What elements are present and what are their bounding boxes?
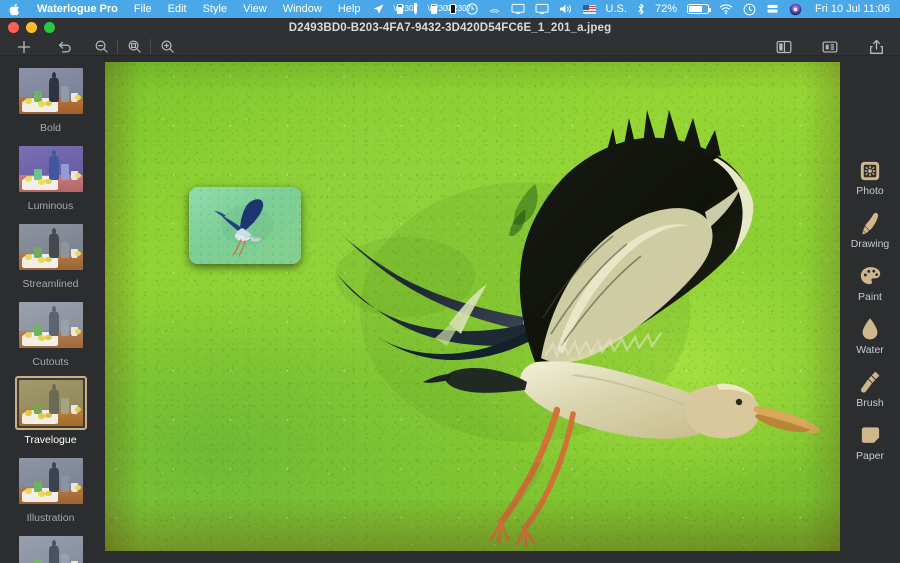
style-label: Bold (39, 122, 61, 134)
style-thumbnail-image (18, 536, 83, 563)
style-item-cutouts[interactable]: Cutouts (0, 298, 101, 376)
style-item-luminous[interactable]: Luminous (0, 142, 101, 220)
toolbar-divider-1 (117, 39, 118, 54)
menu-app-name[interactable]: Waterlogue Pro (29, 0, 126, 18)
tool-label: Drawing (850, 238, 890, 250)
tool-water[interactable]: Water (840, 311, 900, 356)
tool-label: Paper (855, 450, 885, 462)
drawing-icon (859, 205, 881, 235)
device-battery-icon-1[interactable]: \u2307 (389, 0, 418, 18)
keyboard-layout-label[interactable]: U.S. (601, 0, 632, 18)
zoom-out-button[interactable] (88, 38, 114, 55)
clock-icon[interactable] (738, 0, 761, 18)
style-item-natural[interactable]: Natural (0, 56, 101, 64)
paper-icon (859, 417, 882, 447)
app-window: Waterlogue Pro File Edit Style View Wind… (0, 0, 900, 563)
zoom-in-icon (160, 38, 175, 55)
tool-label: Paint (858, 291, 882, 303)
tool-drawing[interactable]: Drawing (840, 205, 900, 250)
style-thumbnail[interactable] (15, 298, 87, 352)
style-preview-popup[interactable] (189, 187, 301, 264)
style-thumbnail-image (18, 224, 83, 270)
style-item-illustration[interactable]: Illustration (0, 454, 101, 532)
bluetooth-icon[interactable] (632, 0, 650, 18)
style-label: Cutouts (32, 356, 69, 368)
canvas-edge-wash (105, 62, 840, 551)
image-canvas[interactable] (105, 62, 840, 551)
menu-item-file[interactable]: File (126, 0, 160, 18)
style-thumbnail[interactable] (14, 376, 87, 430)
tool-photo[interactable]: Photo (840, 152, 900, 197)
location-arrow-icon[interactable] (368, 0, 389, 18)
tool-paper[interactable]: Paper (840, 417, 900, 462)
brush-icon (859, 364, 881, 394)
style-thumbnail[interactable] (15, 64, 87, 118)
zoom-fit-icon (127, 38, 142, 55)
battery-icon[interactable] (682, 0, 714, 18)
zoom-out-icon (94, 38, 109, 55)
style-thumbnail[interactable] (15, 532, 87, 563)
export-share-icon (869, 38, 884, 55)
style-label: Illustration (26, 512, 75, 524)
battery-percent-label[interactable]: 72% (650, 0, 682, 18)
style-item-bold[interactable]: Bold (0, 64, 101, 142)
style-thumbnail[interactable] (15, 142, 87, 196)
style-thumbnail-image (18, 458, 83, 504)
zoom-in-button[interactable] (154, 38, 180, 55)
zoom-fit-button[interactable] (121, 38, 147, 55)
style-label: Luminous (27, 200, 74, 212)
style-thumbnail-image (18, 380, 83, 426)
styles-panel-icon (776, 38, 792, 55)
apple-logo-icon[interactable] (0, 3, 29, 16)
styles-sidebar[interactable]: Natural Bold Luminous Streamlined Cutouts Tra… (0, 56, 101, 563)
tool-label: Water (856, 344, 884, 356)
tool-brush[interactable]: Brush (840, 364, 900, 409)
toolbar-divider-2 (150, 39, 151, 54)
paint-icon (859, 258, 882, 288)
menu-bar: Waterlogue Pro File Edit Style View Wind… (0, 0, 900, 18)
style-list: Natural Bold Luminous Streamlined Cutouts Tra… (0, 56, 101, 563)
menu-item-help[interactable]: Help (330, 0, 369, 18)
sync-icon[interactable] (761, 0, 784, 18)
style-label: Streamlined (22, 278, 79, 290)
style-thumbnail-image (18, 146, 83, 192)
style-item-soaked[interactable]: Soaked (0, 532, 101, 563)
tool-label: Photo (856, 185, 884, 197)
siri-icon[interactable] (784, 0, 807, 18)
menu-item-style[interactable]: Style (195, 0, 235, 18)
toolbar-zoom-group (88, 38, 180, 55)
menu-item-window[interactable]: Window (275, 0, 330, 18)
menubar-clock[interactable]: Fri 10 Jul 11:06 (807, 3, 896, 15)
style-thumbnail[interactable] (15, 220, 87, 274)
style-item-travelogue[interactable]: Travelogue (0, 376, 101, 454)
water-icon (861, 311, 879, 341)
tool-label: Brush (856, 397, 884, 409)
preview-grain (189, 187, 301, 264)
style-thumbnail[interactable] (15, 454, 87, 508)
menu-status-area: \u2307 \u2307 \u2307 U.S. 72% Fri 10 Jul… (368, 0, 896, 18)
window-toolbar: D2493BD0-B203-4FA7-9432-3D420D54FC6E_1_2… (0, 18, 900, 77)
tool-paint[interactable]: Paint (840, 258, 900, 303)
style-item-streamlined[interactable]: Streamlined (0, 220, 101, 298)
airplay-icon[interactable] (483, 0, 506, 18)
tools-sidebar[interactable]: Photo Drawing Paint Water Brush Paper (840, 56, 900, 563)
style-label: Travelogue (24, 434, 77, 446)
keyboard-flag-icon[interactable] (578, 0, 601, 18)
menu-item-edit[interactable]: Edit (160, 0, 195, 18)
style-thumbnail-image (18, 302, 83, 348)
photo-icon (859, 152, 881, 182)
undo-arrow-icon (56, 38, 73, 55)
device-battery-icon-2[interactable]: \u2307 (423, 0, 452, 18)
screen-mirroring-icon[interactable] (530, 0, 554, 18)
menu-item-view[interactable]: View (235, 0, 275, 18)
plus-icon (16, 38, 32, 55)
style-thumbnail-image (18, 68, 83, 114)
window-title: D2493BD0-B203-4FA7-9432-3D420D54FC6E_1_2… (288, 22, 612, 34)
wifi-icon[interactable] (714, 0, 738, 18)
volume-icon[interactable] (554, 0, 578, 18)
new-style-icon (822, 38, 838, 55)
canvas-area[interactable] (101, 56, 840, 563)
display-icon[interactable] (506, 0, 530, 18)
